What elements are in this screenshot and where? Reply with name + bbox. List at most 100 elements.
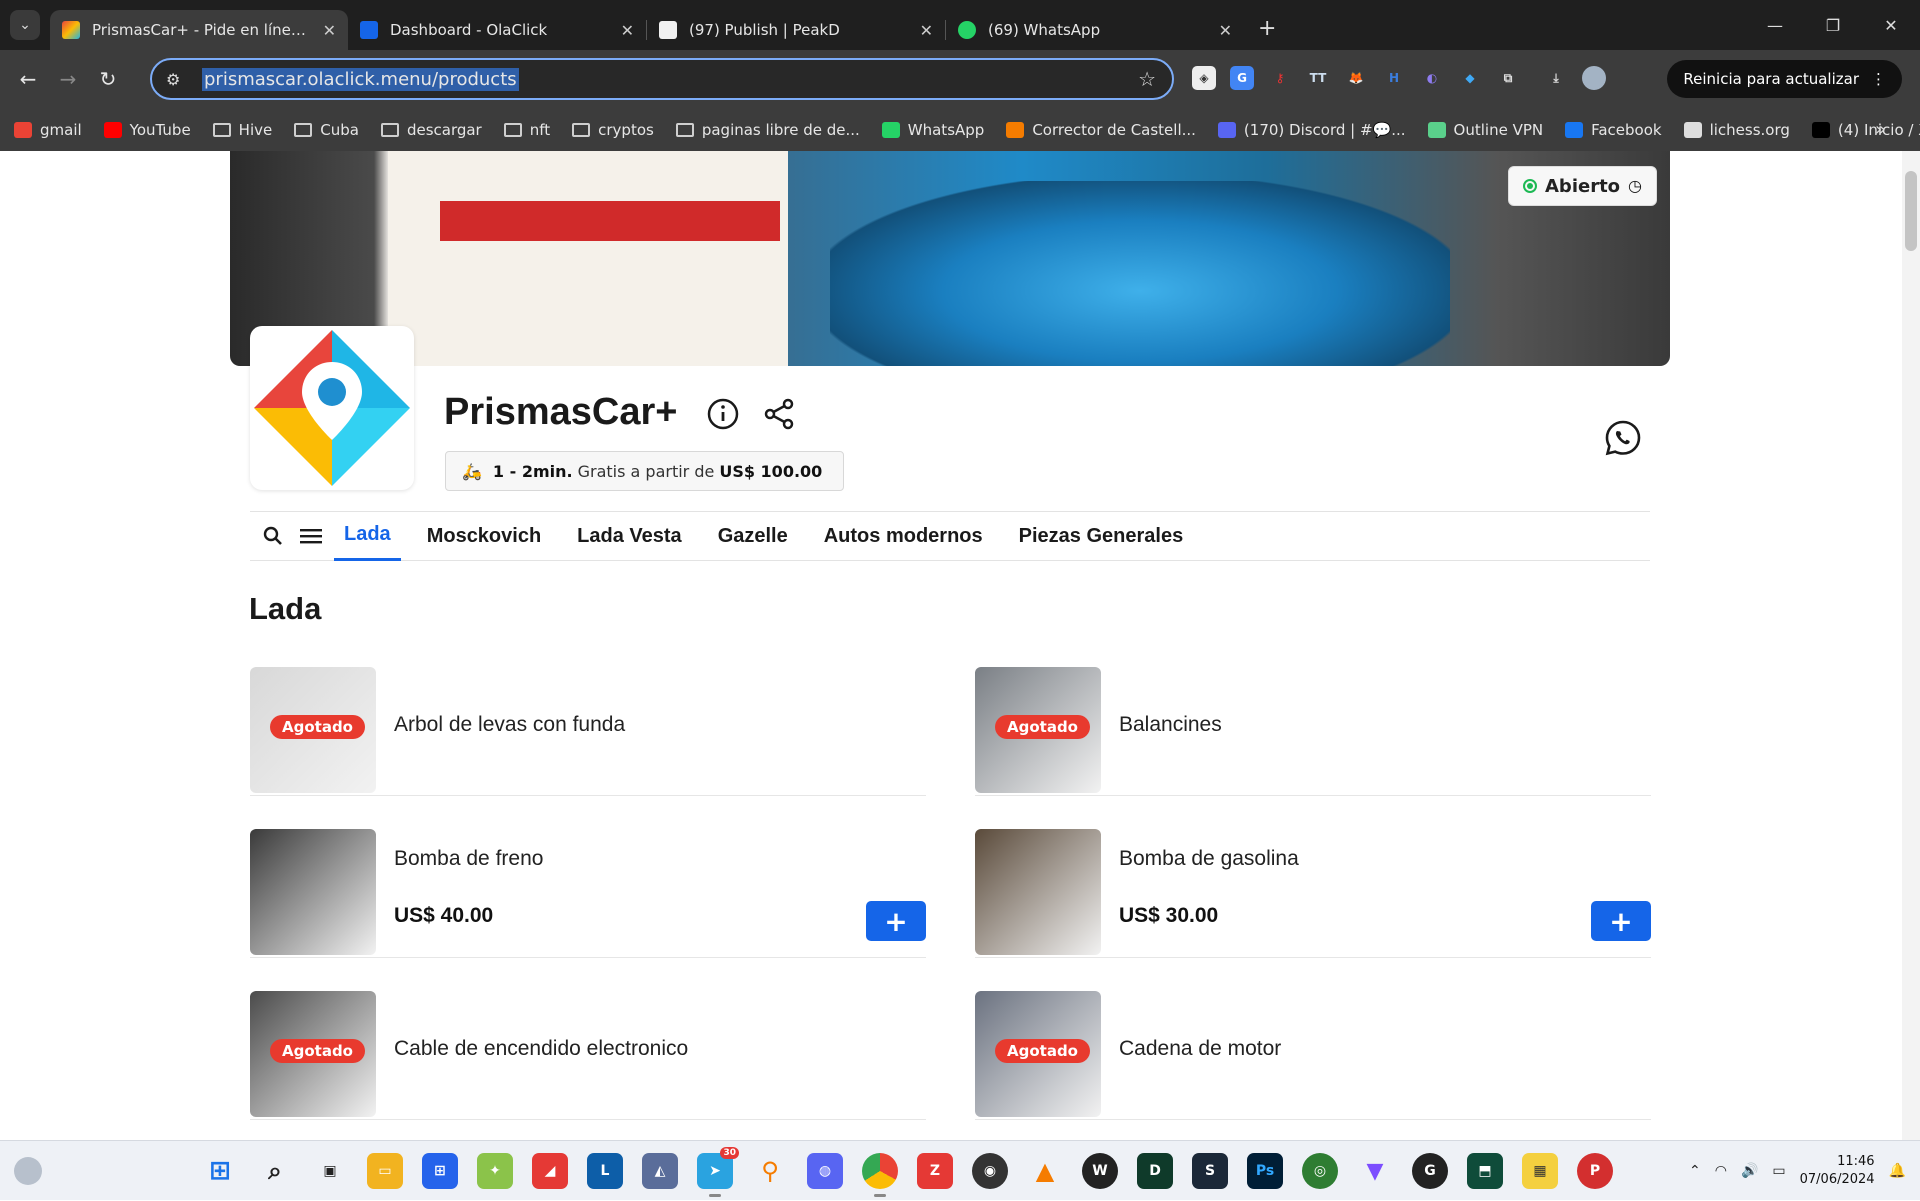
share-icon[interactable] — [762, 397, 796, 431]
app-icon-6[interactable]: ✦ — [477, 1153, 513, 1189]
scroll-thumb[interactable] — [1905, 171, 1917, 251]
add-to-cart-button[interactable]: + — [1591, 901, 1651, 941]
photoshop-icon[interactable]: Ps — [1247, 1153, 1283, 1189]
app-icon-22[interactable]: ▼ — [1357, 1153, 1393, 1189]
product-card[interactable]: Bomba de gasolina US$ 30.00 + — [975, 813, 1651, 958]
restore-icon[interactable]: ❐ — [1804, 0, 1862, 50]
extension-1-icon[interactable]: ◈ — [1192, 66, 1216, 90]
bookmark-item[interactable]: Hive — [212, 121, 272, 139]
tab-whatsapp[interactable]: (69) WhatsApp ✕ — [946, 10, 1244, 50]
product-card[interactable]: Agotado Cable de encendido electronico — [250, 975, 926, 1120]
product-name[interactable]: Cable de encendido electronico — [394, 1037, 688, 1061]
app-icon-23[interactable]: G — [1412, 1153, 1448, 1189]
extensions-puzzle-icon[interactable]: ⧉ — [1496, 66, 1520, 90]
search-icon[interactable]: ⌕ — [257, 1153, 293, 1189]
product-image[interactable] — [250, 829, 376, 955]
close-icon[interactable]: ✕ — [621, 21, 634, 40]
steam-icon[interactable]: S — [1192, 1153, 1228, 1189]
category-tab[interactable]: Autos modernos — [814, 511, 993, 561]
whatsapp-icon[interactable] — [1604, 419, 1642, 457]
bookmark-item[interactable]: Facebook — [1565, 121, 1662, 139]
app-icon-9[interactable]: ◭ — [642, 1153, 678, 1189]
translate-icon[interactable]: G — [1230, 66, 1254, 90]
category-tab[interactable]: Gazelle — [708, 511, 798, 561]
category-tab[interactable]: Piezas Generales — [1009, 511, 1194, 561]
close-icon[interactable]: ✕ — [1219, 21, 1232, 40]
vlc-icon[interactable]: ▲ — [1027, 1153, 1063, 1189]
tab-search-button[interactable]: ⌄ — [10, 10, 40, 40]
app-icon-17[interactable]: W — [1082, 1153, 1118, 1189]
product-name[interactable]: Bomba de gasolina — [1119, 847, 1299, 871]
bookmark-item[interactable]: descargar — [380, 121, 482, 139]
telegram-icon[interactable]: ➤ 30 — [697, 1147, 739, 1197]
app-icon-26[interactable]: P — [1577, 1153, 1613, 1189]
product-card[interactable]: Agotado Balancines — [975, 651, 1651, 796]
bookmark-item[interactable]: (170) Discord | #💬... — [1217, 121, 1406, 139]
chrome-icon[interactable] — [862, 1153, 898, 1197]
app-icon-7[interactable]: ◢ — [532, 1153, 568, 1189]
bookmark-item[interactable]: YouTube — [103, 121, 191, 139]
app-icon-11[interactable]: ⚲ — [752, 1153, 788, 1189]
product-name[interactable]: Arbol de levas con funda — [394, 713, 625, 737]
more-menu-icon[interactable]: ⋮ — [1871, 70, 1886, 88]
store-icon[interactable]: ⊞ — [422, 1153, 458, 1189]
tab-olaclick[interactable]: Dashboard - OlaClick ✕ — [348, 10, 646, 50]
app-icon-14[interactable]: Z — [917, 1153, 953, 1189]
product-name[interactable]: Balancines — [1119, 713, 1222, 737]
battery-icon[interactable]: ▭ — [1772, 1163, 1785, 1179]
profile-avatar[interactable] — [1582, 66, 1606, 90]
file-explorer-icon[interactable]: ▭ — [367, 1153, 403, 1189]
app-icon-21[interactable]: ◎ — [1302, 1153, 1338, 1189]
tray-chevron-icon[interactable]: ⌃ — [1689, 1163, 1701, 1179]
new-tab-button[interactable]: + — [1258, 16, 1276, 41]
product-image[interactable]: Agotado — [975, 991, 1101, 1117]
store-status-badge[interactable]: Abierto ◷ — [1508, 166, 1658, 206]
bookmark-item[interactable]: nft — [503, 121, 550, 139]
product-name[interactable]: Bomba de freno — [394, 847, 543, 871]
product-image[interactable]: Agotado — [250, 667, 376, 793]
tab-prismascar[interactable]: PrismasCar+ - Pide en línea. Me ✕ — [50, 10, 348, 50]
close-window-icon[interactable]: ✕ — [1862, 0, 1920, 50]
url-text[interactable]: prismascar.olaclick.menu/products — [202, 67, 519, 91]
page-scrollbar[interactable] — [1902, 151, 1920, 1140]
extension-h-icon[interactable]: H — [1382, 66, 1406, 90]
site-settings-icon[interactable]: ⚙ — [166, 70, 192, 89]
bookmark-star-icon[interactable]: ☆ — [1138, 67, 1156, 91]
task-view-icon[interactable]: ▣ — [312, 1153, 348, 1189]
info-icon[interactable] — [706, 397, 740, 431]
bookmark-item[interactable]: Outline VPN — [1427, 121, 1543, 139]
bookmark-item[interactable]: Cuba — [294, 121, 359, 139]
address-bar[interactable]: ⚙ prismascar.olaclick.menu/products ☆ — [150, 58, 1174, 100]
weather-icon[interactable] — [14, 1157, 42, 1185]
metamask-icon[interactable]: 🦊 — [1344, 66, 1368, 90]
product-image[interactable]: Agotado — [975, 667, 1101, 793]
start-icon[interactable]: ⊞ — [202, 1153, 238, 1189]
app-icon-25[interactable]: ▦ — [1522, 1153, 1558, 1189]
product-image[interactable]: Agotado — [250, 991, 376, 1117]
bookmark-item[interactable]: Corrector de Castell... — [1006, 121, 1196, 139]
product-card[interactable]: Agotado Cadena de motor — [975, 975, 1651, 1120]
product-card[interactable]: Bomba de freno US$ 40.00 + — [250, 813, 926, 958]
app-icon-24[interactable]: ⬒ — [1467, 1153, 1503, 1189]
app-icon-15[interactable]: ◉ — [972, 1153, 1008, 1189]
bookmark-item[interactable]: gmail — [14, 121, 82, 139]
product-name[interactable]: Cadena de motor — [1119, 1037, 1281, 1061]
app-icon-18[interactable]: D — [1137, 1153, 1173, 1189]
update-button[interactable]: Reinicia para actualizar ⋮ — [1667, 60, 1902, 98]
extension-key-icon[interactable]: ⚷ — [1268, 66, 1292, 90]
reload-icon[interactable]: ↻ — [88, 67, 128, 91]
bookmark-item[interactable]: WhatsApp — [881, 121, 984, 139]
volume-icon[interactable]: 🔊 — [1741, 1163, 1758, 1179]
wifi-icon[interactable]: ◠ — [1715, 1163, 1727, 1179]
add-to-cart-button[interactable]: + — [866, 901, 926, 941]
bookmark-item[interactable]: lichess.org — [1683, 121, 1790, 139]
taskbar-clock[interactable]: 11:46 07/06/2024 — [1800, 1153, 1875, 1189]
notification-bell-icon[interactable]: 🔔 — [1889, 1163, 1906, 1179]
category-tab[interactable]: Lada — [334, 511, 401, 561]
bookmark-item[interactable]: (4) Inicio / X — [1811, 121, 1920, 139]
menu-icon[interactable] — [296, 527, 326, 545]
app-icon-8[interactable]: L — [587, 1153, 623, 1189]
category-tab[interactable]: Lada Vesta — [567, 511, 692, 561]
category-tab[interactable]: Mosckovich — [417, 511, 551, 561]
minimize-icon[interactable]: — — [1746, 0, 1804, 50]
